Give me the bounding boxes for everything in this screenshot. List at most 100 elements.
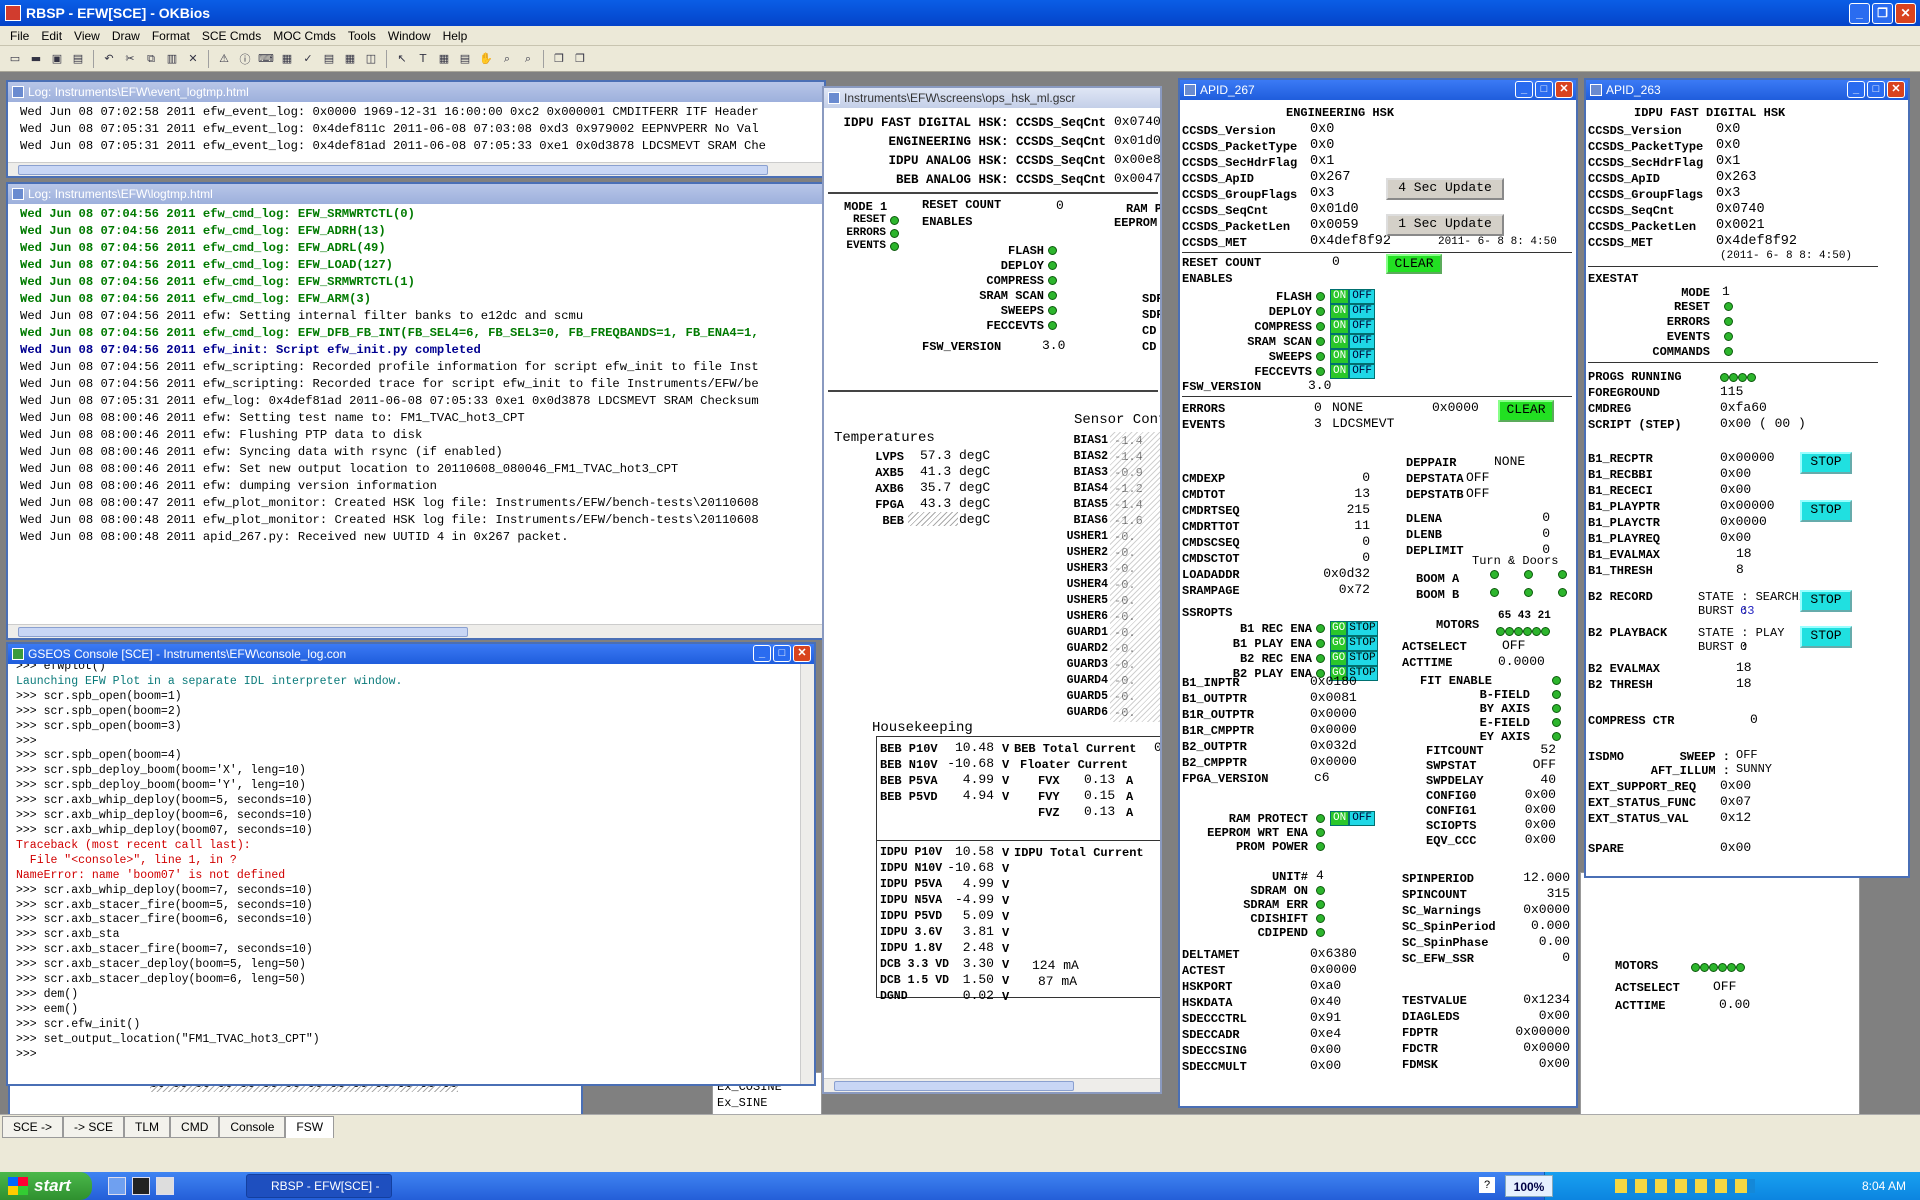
on-button[interactable]: ON	[1330, 334, 1350, 349]
on-button[interactable]: ON	[1330, 349, 1350, 364]
warning-icon[interactable]: ⚠	[215, 50, 233, 68]
off-button[interactable]: OFF	[1349, 289, 1376, 304]
menu-format[interactable]: Format	[146, 29, 196, 43]
save-icon[interactable]: ▣	[48, 50, 66, 68]
ok-icon[interactable]: ◫	[362, 50, 380, 68]
console-titlebar[interactable]: GSEOS Console [SCE] - Instruments\EFW\co…	[8, 644, 814, 664]
tile-icon[interactable]: ❐	[571, 50, 589, 68]
go-button[interactable]: GO	[1330, 636, 1348, 651]
event-log-hscroll[interactable]	[8, 162, 824, 176]
ops-hsk-titlebar[interactable]: Instruments\EFW\screens\ops_hsk_ml.gscr	[824, 88, 1160, 108]
enable-on-off-toggle[interactable]: ON OFF	[1330, 289, 1376, 304]
tab-console[interactable]: Console	[219, 1116, 286, 1138]
go-button[interactable]: GO	[1330, 621, 1348, 636]
ram-protect-toggle[interactable]: ON OFF	[1330, 811, 1376, 826]
gauge-icon[interactable]: ▤	[456, 50, 474, 68]
ops-hsk-window[interactable]: Instruments\EFW\screens\ops_hsk_ml.gscr …	[822, 86, 1162, 1094]
apid263-window[interactable]: APID_263 _ □ ✕ IDPU FAST DIGITAL HSK CCSDS_…	[1584, 78, 1910, 878]
apid263-close-button[interactable]: ✕	[1887, 81, 1905, 98]
copy-icon[interactable]: ⧉	[142, 50, 160, 68]
1-sec-update-button[interactable]: 1 Sec Update	[1386, 214, 1504, 236]
enable-on-off-toggle[interactable]: ON OFF	[1330, 334, 1376, 349]
off-button[interactable]: OFF	[1349, 364, 1376, 379]
menu-moc-cmds[interactable]: MOC Cmds	[267, 29, 342, 43]
tab-fsw[interactable]: FSW	[285, 1116, 335, 1138]
open-icon[interactable]: ▬	[27, 50, 45, 68]
menu-file[interactable]: File	[4, 29, 35, 43]
console-close-button[interactable]: ✕	[793, 645, 811, 662]
off-button[interactable]: OFF	[1349, 319, 1376, 334]
binary-icon[interactable]: ▦	[341, 50, 359, 68]
help-icon[interactable]: ?	[1479, 1177, 1495, 1193]
notepad-icon[interactable]	[156, 1177, 174, 1195]
on-button[interactable]: ON	[1330, 319, 1350, 334]
event-log-titlebar[interactable]: Log: Instruments\EFW\event_logtmp.html	[8, 82, 824, 102]
paste-icon[interactable]: ▥	[163, 50, 181, 68]
stop-button[interactable]: STOP	[1347, 636, 1378, 651]
menu-tools[interactable]: Tools	[342, 29, 382, 43]
stop-button[interactable]: STOP	[1347, 651, 1378, 666]
apid267-maximize-button[interactable]: □	[1535, 81, 1553, 98]
b2-record-stop-button[interactable]: STOP	[1800, 590, 1852, 612]
print-icon[interactable]: ▤	[69, 50, 87, 68]
console-vscroll[interactable]	[800, 664, 814, 1084]
errors-clear-button[interactable]: CLEAR	[1498, 400, 1554, 422]
window-icon[interactable]: ❐	[550, 50, 568, 68]
menu-edit[interactable]: Edit	[35, 29, 68, 43]
off-button[interactable]: OFF	[1349, 811, 1376, 826]
command-icon[interactable]: ⌨	[257, 50, 275, 68]
enable-on-off-toggle[interactable]: ON OFF	[1330, 364, 1376, 379]
apid267-minimize-button[interactable]: _	[1515, 81, 1533, 98]
desktop-icon[interactable]	[108, 1177, 126, 1195]
enable-on-off-toggle[interactable]: ON OFF	[1330, 319, 1376, 334]
b2-playback-stop-button[interactable]: STOP	[1800, 626, 1852, 648]
on-button[interactable]: ON	[1330, 304, 1350, 319]
tab-sce[interactable]: SCE ->	[2, 1116, 64, 1138]
apid267-window[interactable]: APID_267 _ □ ✕ ENGINEERING HSK CCSDS_Versio…	[1178, 78, 1578, 1108]
zoom-icon[interactable]: ⌕	[498, 50, 516, 68]
apid267-titlebar[interactable]: APID_267 _ □ ✕	[1180, 80, 1576, 100]
console-content[interactable]: >>> efwplot() Launching EFW Plot in a sep…	[8, 658, 814, 1062]
cut-icon[interactable]: ✂	[121, 50, 139, 68]
menu-sce-cmds[interactable]: SCE Cmds	[196, 29, 267, 43]
chart-icon[interactable]: ▤	[320, 50, 338, 68]
tab-sce[interactable]: -> SCE	[63, 1116, 125, 1138]
ssr-go-stop-toggle[interactable]: GO STOP	[1330, 621, 1378, 636]
event-log-window[interactable]: Log: Instruments\EFW\event_logtmp.html W…	[6, 80, 826, 178]
menu-draw[interactable]: Draw	[106, 29, 146, 43]
go-button[interactable]: GO	[1330, 651, 1348, 666]
enable-on-off-toggle[interactable]: ON OFF	[1330, 349, 1376, 364]
undo-icon[interactable]: ↶	[100, 50, 118, 68]
restore-button[interactable]: ❐	[1872, 3, 1893, 24]
info-icon[interactable]: ⓘ	[236, 50, 254, 68]
taskbar-item-okbios[interactable]: RBSP - EFW[SCE] - O...	[246, 1174, 392, 1198]
ops-hscroll[interactable]	[824, 1078, 1160, 1092]
tlm-icon[interactable]: ▦	[278, 50, 296, 68]
apid263-titlebar[interactable]: APID_263 _ □ ✕	[1586, 80, 1908, 100]
off-button[interactable]: OFF	[1349, 304, 1376, 319]
tab-cmd[interactable]: CMD	[170, 1116, 220, 1138]
b1-play-stop-button[interactable]: STOP	[1800, 500, 1852, 522]
main-log-titlebar[interactable]: Log: Instruments\EFW\logtmp.html	[8, 184, 824, 204]
delete-icon[interactable]: ✕	[184, 50, 202, 68]
main-log-hscroll[interactable]	[8, 624, 824, 638]
start-button[interactable]: start	[0, 1172, 92, 1200]
ssr-go-stop-toggle[interactable]: GO STOP	[1330, 636, 1378, 651]
4-sec-update-button[interactable]: 4 Sec Update	[1386, 178, 1504, 200]
check-icon[interactable]: ✓	[299, 50, 317, 68]
off-button[interactable]: OFF	[1349, 349, 1376, 364]
console-window[interactable]: GSEOS Console [SCE] - Instruments\EFW\co…	[6, 642, 816, 1086]
zoom-indicator[interactable]: 100%	[1505, 1175, 1553, 1197]
console-maximize-button[interactable]: □	[773, 645, 791, 662]
apid263-maximize-button[interactable]: □	[1867, 81, 1885, 98]
b1-record-stop-button[interactable]: STOP	[1800, 452, 1852, 474]
menu-window[interactable]: Window	[382, 29, 437, 43]
on-button[interactable]: ON	[1330, 289, 1350, 304]
pointer-icon[interactable]: ↖	[393, 50, 411, 68]
off-button[interactable]: OFF	[1349, 334, 1376, 349]
counter-icon[interactable]: ▦	[435, 50, 453, 68]
apid263-minimize-button[interactable]: _	[1847, 81, 1865, 98]
enable-on-off-toggle[interactable]: ON OFF	[1330, 304, 1376, 319]
hand-icon[interactable]: ✋	[477, 50, 495, 68]
text-icon[interactable]: T	[414, 50, 432, 68]
